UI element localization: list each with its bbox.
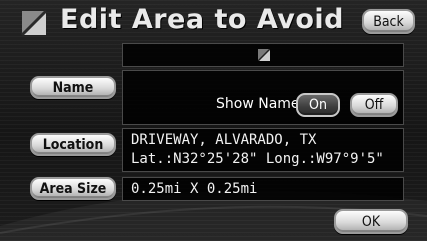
area-avoid-icon — [20, 9, 48, 37]
area-size-button[interactable]: Area Size — [30, 177, 116, 200]
back-button[interactable]: Back — [362, 9, 415, 34]
edit-area-to-avoid-screen: Edit Area to Avoid Back Name Show Name O… — [0, 0, 427, 241]
area-icon-panel — [122, 43, 404, 67]
location-panel: DRIVEWAY, ALVARADO, TX Lat.:N32°25'28" L… — [122, 128, 404, 172]
location-button[interactable]: Location — [30, 133, 116, 156]
show-name-on-button[interactable]: On — [296, 93, 340, 117]
name-button[interactable]: Name — [30, 76, 116, 99]
show-name-off-button[interactable]: Off — [350, 93, 398, 117]
ok-button[interactable]: OK — [334, 209, 408, 234]
location-coords: Lat.:N32°25'28" Long.:W97°9'5" — [131, 151, 384, 167]
location-place: DRIVEWAY, ALVARADO, TX — [131, 132, 317, 148]
area-avoid-small-icon — [258, 49, 270, 61]
page-title: Edit Area to Avoid — [60, 4, 344, 35]
area-size-panel: 0.25mi X 0.25mi — [122, 177, 404, 201]
show-name-label: Show Name — [216, 96, 300, 112]
area-size-value: 0.25mi X 0.25mi — [131, 181, 258, 197]
